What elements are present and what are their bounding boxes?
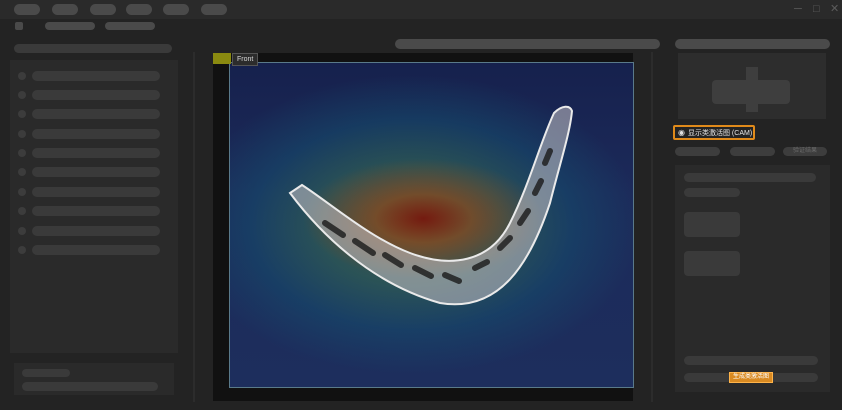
center-header	[395, 39, 660, 49]
menu-item[interactable]	[126, 4, 152, 15]
toolbar-icon[interactable]	[15, 22, 23, 30]
toolbar-button[interactable]	[105, 22, 155, 30]
view-color-tag	[213, 53, 231, 64]
center-divider-right	[651, 52, 653, 402]
list-item-bullet	[18, 72, 26, 80]
menu-item[interactable]	[52, 4, 78, 15]
list-item[interactable]	[32, 71, 160, 81]
settings-box[interactable]	[684, 251, 740, 276]
cam-toggle-label: 显示类激活图 (CAM)	[687, 129, 753, 137]
preview-thumbnail	[712, 80, 790, 104]
list-item-bullet	[18, 188, 26, 196]
part-image	[288, 105, 574, 306]
maximize-icon[interactable]: □	[813, 4, 820, 15]
tab-1[interactable]	[675, 147, 720, 156]
menu-item[interactable]	[201, 4, 227, 15]
tab-validation-results[interactable]: 验证结果	[783, 147, 827, 156]
preview-thumbnail-top	[746, 67, 758, 80]
cam-heatmap-image	[229, 62, 634, 388]
tab-2[interactable]	[730, 147, 775, 156]
left-panel-header	[14, 44, 172, 53]
list-item[interactable]	[32, 109, 160, 119]
eye-icon: ◉	[678, 128, 685, 137]
list-item-bullet	[18, 227, 26, 235]
close-icon[interactable]: ✕	[830, 4, 839, 15]
footer-label	[22, 369, 70, 377]
minimize-icon[interactable]: ─	[794, 4, 802, 15]
right-panel-header	[675, 39, 830, 49]
list-item-bullet	[18, 246, 26, 254]
list-item[interactable]	[32, 90, 160, 100]
list-item-bullet	[18, 91, 26, 99]
list-item-bullet	[18, 207, 26, 215]
list-item[interactable]	[32, 206, 160, 216]
view-label[interactable]: Front	[232, 53, 259, 66]
list-item[interactable]	[32, 187, 160, 197]
list-item[interactable]	[32, 167, 160, 177]
footer-field[interactable]	[22, 382, 158, 391]
cam-toggle[interactable]: ◉ 显示类激活图 (CAM)	[673, 125, 755, 140]
toolbar-button[interactable]	[45, 22, 95, 30]
center-divider	[193, 52, 195, 402]
generate-cam-button[interactable]: 生成类激活图	[729, 372, 773, 383]
list-item-bullet	[18, 168, 26, 176]
list-item[interactable]	[32, 226, 160, 236]
settings-row	[684, 173, 816, 182]
list-item[interactable]	[32, 245, 160, 255]
list-item-bullet	[18, 110, 26, 118]
list-item-bullet	[18, 149, 26, 157]
menu-item[interactable]	[14, 4, 40, 15]
menu-item[interactable]	[90, 4, 116, 15]
settings-box[interactable]	[684, 212, 740, 237]
list-item[interactable]	[32, 148, 160, 158]
list-item-bullet	[18, 130, 26, 138]
settings-row	[684, 356, 818, 365]
settings-row	[684, 188, 740, 197]
menu-item[interactable]	[163, 4, 189, 15]
preview-thumbnail-bottom	[746, 104, 758, 112]
list-item[interactable]	[32, 129, 160, 139]
